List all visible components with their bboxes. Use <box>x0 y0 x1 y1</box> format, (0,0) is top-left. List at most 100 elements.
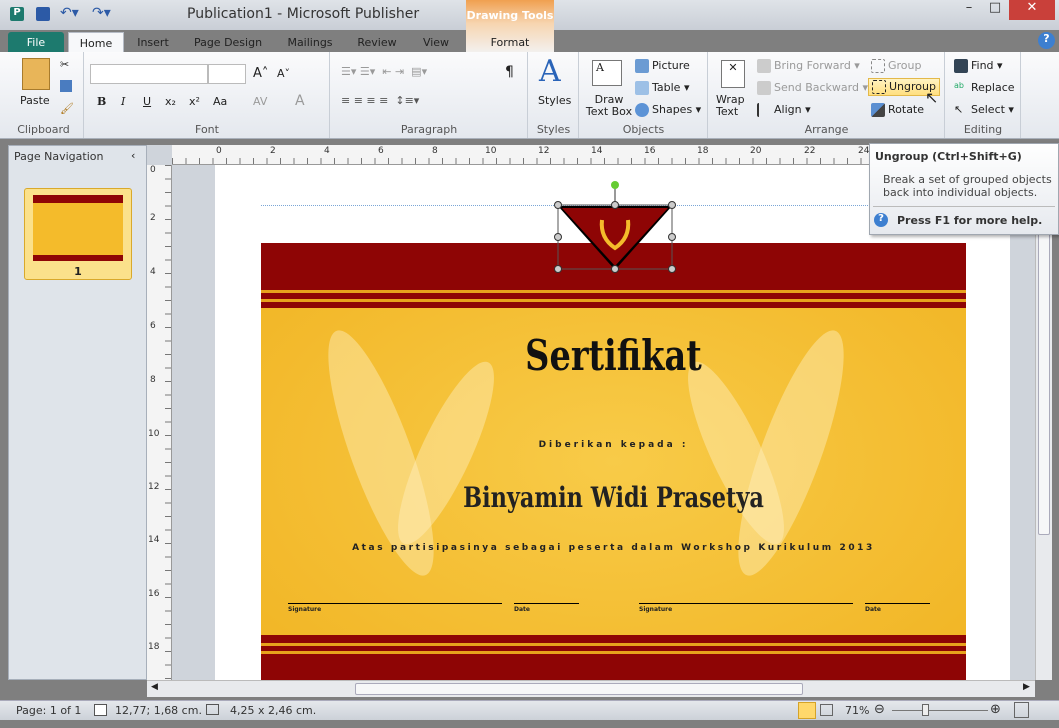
bullets-icon[interactable]: ☰▾ ☰▾ ⇤ ⇥ ▤▾ <box>341 65 427 78</box>
save-icon[interactable] <box>36 7 50 21</box>
close-button[interactable]: ✕ <box>1009 0 1055 20</box>
help-icon[interactable]: ? <box>1038 32 1055 49</box>
resize-handle[interactable] <box>554 201 562 209</box>
selected-emblem-group[interactable] <box>552 180 678 276</box>
maximize-button[interactable]: □ <box>982 0 1008 20</box>
minimize-button[interactable]: – <box>956 0 982 20</box>
object-size[interactable]: 4,25 x 2,46 cm. <box>230 704 316 717</box>
tab-home[interactable]: Home <box>68 32 124 53</box>
rotate-button[interactable]: Rotate <box>871 103 924 117</box>
grow-font-button[interactable]: A˄ <box>253 66 268 81</box>
page-navigation-title: Page Navigation <box>14 150 104 163</box>
select-label: Select <box>971 103 1005 116</box>
scroll-right-icon[interactable]: ▶ <box>1023 682 1030 692</box>
ruler-label: 2 <box>270 146 276 156</box>
fit-page-icon[interactable] <box>1014 702 1029 718</box>
zoom-in-icon[interactable]: ⊕ <box>990 702 1001 717</box>
certificate-title[interactable]: Sertifikat <box>332 331 896 380</box>
resize-handle[interactable] <box>668 233 676 241</box>
ruler-label: 18 <box>148 642 160 652</box>
wrap-text-button[interactable]: Wrap Text <box>716 94 750 118</box>
object-position[interactable]: 12,77; 1,68 cm. <box>115 704 202 717</box>
signature-line-1[interactable]: Signature <box>288 603 502 613</box>
align-button[interactable]: Align ▾ <box>757 103 811 117</box>
tab-review[interactable]: Review <box>352 32 402 53</box>
shapes-button[interactable]: Shapes ▾ <box>635 103 701 117</box>
show-marks-button[interactable]: ¶ <box>505 64 514 80</box>
page-thumbnail[interactable]: 1 <box>24 188 132 280</box>
send-backward-button[interactable]: Send Backward ▾ <box>757 81 868 95</box>
resize-handle[interactable] <box>668 201 676 209</box>
undo-icon[interactable]: ↶▾ <box>60 5 79 21</box>
resize-handle[interactable] <box>611 201 619 209</box>
find-button[interactable]: Find ▾ <box>954 59 1003 73</box>
table-button[interactable]: Table ▾ <box>635 81 689 95</box>
scroll-left-icon[interactable]: ◀ <box>151 682 158 692</box>
vertical-scrollbar[interactable] <box>1035 165 1052 680</box>
underline-button[interactable]: U <box>143 95 151 108</box>
given-to-text[interactable]: Diberikan kepada : <box>261 440 966 450</box>
picture-icon <box>635 59 649 73</box>
font-size-input[interactable] <box>208 64 246 84</box>
cut-icon[interactable]: ✂ <box>60 58 69 71</box>
zoom-level[interactable]: 71% <box>845 704 869 717</box>
horizontal-scroll-thumb[interactable] <box>355 683 803 695</box>
font-color-button[interactable]: A <box>295 93 305 109</box>
certificate[interactable]: Sertifikat Diberikan kepada : Binyamin W… <box>261 243 966 680</box>
objects-label: Objects <box>622 123 665 136</box>
collapse-pane-icon[interactable]: ‹ <box>131 149 135 162</box>
select-button[interactable]: ↖ Select ▾ <box>954 103 1014 117</box>
date-line-2[interactable]: Date <box>865 603 930 613</box>
tab-file[interactable]: File <box>8 32 64 53</box>
redo-icon[interactable]: ↷▾ <box>92 5 111 21</box>
italic-button[interactable]: I <box>121 95 125 108</box>
zoom-slider[interactable] <box>892 710 988 711</box>
superscript-button[interactable]: x² <box>189 95 200 108</box>
zoom-slider-thumb[interactable] <box>922 704 929 716</box>
zoom-out-icon[interactable]: ⊖ <box>874 702 885 717</box>
signature-line-2[interactable]: Signature <box>639 603 853 613</box>
resize-handle[interactable] <box>554 265 562 273</box>
bring-forward-button[interactable]: Bring Forward ▾ <box>757 59 860 73</box>
bring-forward-label: Bring Forward <box>774 59 851 72</box>
recipient-name[interactable]: Binyamin Widi Prasetya <box>332 481 896 514</box>
format-painter-icon[interactable]: 🖌 <box>60 102 74 115</box>
page-indicator[interactable]: Page: 1 of 1 <box>16 704 81 717</box>
vertical-scroll-thumb[interactable] <box>1038 205 1050 535</box>
tab-page-design[interactable]: Page Design <box>188 32 268 53</box>
ruler-label: 6 <box>150 321 156 331</box>
ruler-label: 20 <box>750 146 762 156</box>
ruler-label: 14 <box>591 146 603 156</box>
resize-handle[interactable] <box>554 233 562 241</box>
paste-button[interactable]: Paste <box>20 94 50 107</box>
tab-view[interactable]: View <box>416 32 456 53</box>
draw-text-box-button[interactable]: Draw Text Box <box>584 94 634 118</box>
font-name-input[interactable] <box>90 64 208 84</box>
tab-mailings[interactable]: Mailings <box>280 32 340 53</box>
align-icons[interactable]: ≡ ≡ ≡ ≡ ↕≡▾ <box>341 94 419 107</box>
copy-icon[interactable] <box>60 80 72 92</box>
group-button[interactable]: Group <box>871 59 922 73</box>
rotate-handle[interactable] <box>611 181 619 189</box>
paragraph-label: Paragraph <box>400 123 458 136</box>
two-page-view-icon[interactable] <box>820 704 833 716</box>
subscript-button[interactable]: x₂ <box>165 95 176 108</box>
description-text[interactable]: Atas partisipasinya sebagai peserta dala… <box>261 543 966 553</box>
character-spacing-button[interactable]: AV <box>253 95 267 108</box>
replace-button[interactable]: ab Replace <box>954 81 1015 95</box>
tab-format[interactable]: Format <box>470 32 550 53</box>
horizontal-scrollbar[interactable]: ◀ ▶ <box>147 680 1035 697</box>
date-line-1[interactable]: Date <box>514 603 579 613</box>
change-case-button[interactable]: Aa <box>213 95 227 108</box>
styles-button[interactable]: Styles <box>538 94 571 107</box>
group-icon <box>871 59 885 73</box>
picture-button[interactable]: Picture <box>635 59 690 73</box>
single-page-view-icon[interactable] <box>798 702 816 719</box>
bold-button[interactable]: B <box>97 95 106 108</box>
resize-handle[interactable] <box>668 265 676 273</box>
tooltip-divider <box>873 206 1055 207</box>
wrap-text-icon: ✕ <box>721 60 745 88</box>
shrink-font-button[interactable]: A˅ <box>277 67 290 80</box>
tab-insert[interactable]: Insert <box>130 32 176 53</box>
resize-handle[interactable] <box>611 265 619 273</box>
